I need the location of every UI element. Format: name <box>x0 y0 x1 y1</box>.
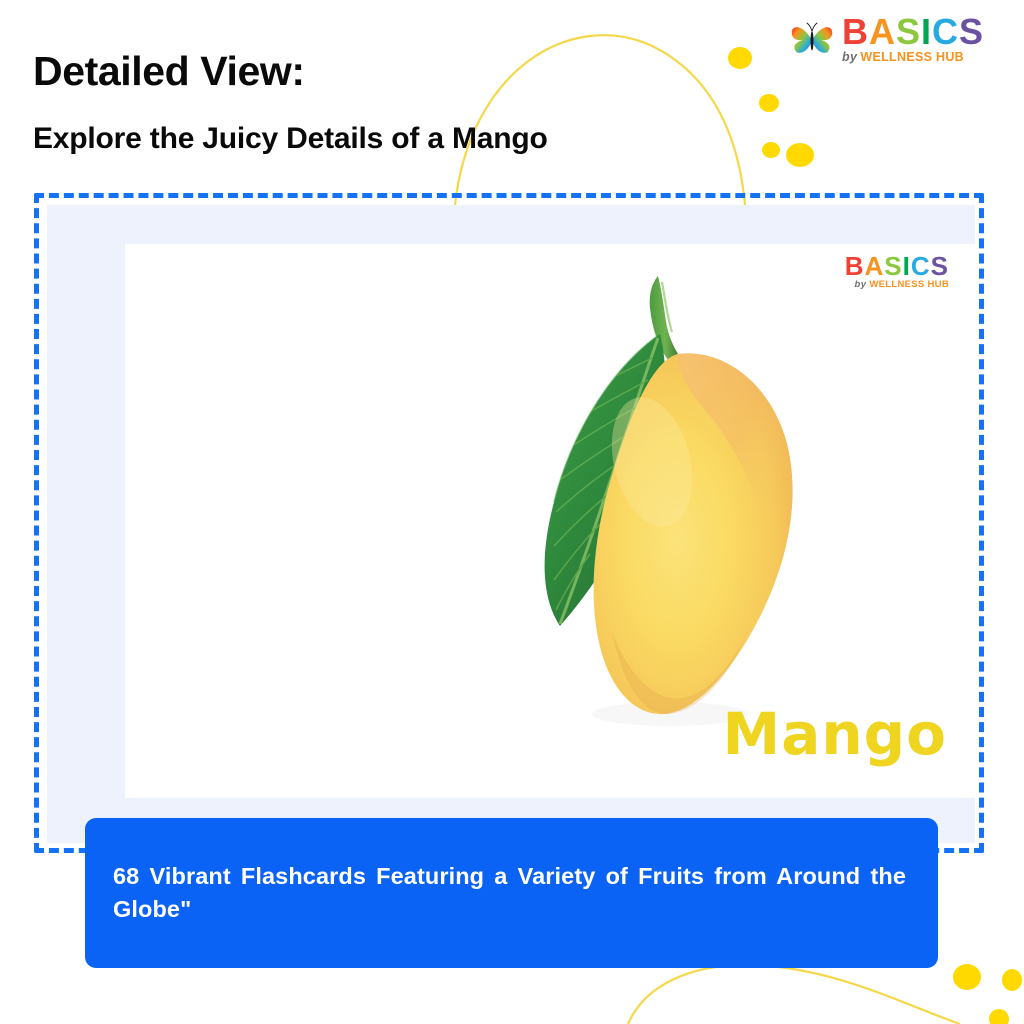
flashcard-by-label: by <box>854 279 867 291</box>
decor-dot-yellow <box>759 94 779 112</box>
brand-tagline: by WELLNESS HUB <box>842 51 964 64</box>
flashcard-tagline: by WELLNESS HUB <box>855 280 950 290</box>
brand-logo: BASICS by WELLNESS HUB <box>790 8 1006 70</box>
brand-letter: S <box>959 11 985 53</box>
brand-by-label: by <box>842 50 858 65</box>
fruit-label: Mango <box>722 700 947 768</box>
yellow-arc-bottom <box>626 963 961 1024</box>
info-banner: 68 Vibrant Flashcards Featuring a Variet… <box>85 818 938 968</box>
flashcard-hub-label: WELLNESS HUB <box>869 279 949 291</box>
mango-fruit <box>593 353 793 715</box>
brand-letter: I <box>921 11 933 53</box>
decor-dot-yellow <box>989 1009 1009 1024</box>
brand-letter: C <box>910 251 931 281</box>
brand-letter: I <box>902 251 911 281</box>
mango-image <box>544 276 793 726</box>
brand-letter: A <box>864 251 885 281</box>
decor-dot-yellow <box>786 143 814 167</box>
brand-letter: S <box>884 251 903 281</box>
brand-letter: S <box>896 11 922 53</box>
brand-wordmark: BASICS by WELLNESS HUB <box>842 11 985 64</box>
brand-hub-label: WELLNESS HUB <box>860 50 964 65</box>
brand-letter: S <box>930 251 949 281</box>
yellow-arc-top <box>453 34 747 206</box>
decor-dot-yellow <box>953 964 981 990</box>
flashcard-basics-text: BASICS <box>844 251 949 281</box>
info-banner-text: 68 Vibrant Flashcards Featuring a Variet… <box>113 862 906 922</box>
decor-dot-yellow <box>1002 969 1022 991</box>
butterfly-icon <box>791 22 833 53</box>
brand-letter: A <box>869 11 896 53</box>
brand-basics-text: BASICS <box>842 11 985 53</box>
brand-letter: B <box>842 11 869 53</box>
poster-canvas: BASICS by WELLNESS HUB Detailed View: Ex… <box>0 0 1024 1024</box>
brand-letter: B <box>844 251 865 281</box>
decor-dot-yellow <box>762 142 780 158</box>
decor-dot-yellow <box>728 47 752 69</box>
page-title: Detailed View: <box>33 48 305 94</box>
flashcard-logo: BASICS by WELLNESS HUB <box>844 251 950 290</box>
page-subtitle: Explore the Juicy Details of a Mango <box>33 122 548 155</box>
brand-letter: C <box>932 11 960 53</box>
flashcard[interactable]: BASICS by WELLNESS HUB Mango <box>125 244 975 798</box>
